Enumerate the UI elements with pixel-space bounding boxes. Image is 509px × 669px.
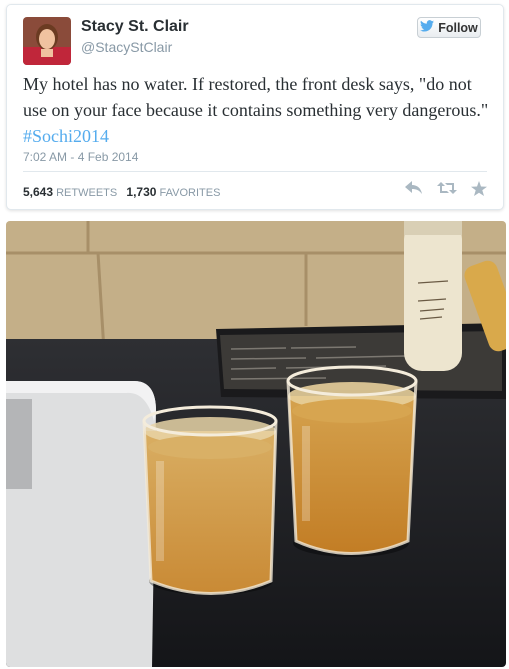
tweet-text: My hotel has no water. If restored, the … — [23, 71, 491, 149]
tweet-actions — [405, 181, 487, 201]
tweet-stats: 5,643 RETWEETS 1,730 FAVORITES — [23, 185, 220, 199]
follow-label: Follow — [438, 20, 478, 35]
display-name[interactable]: Stacy St. Clair — [81, 18, 189, 36]
retweets-count[interactable]: 5,643 — [23, 185, 53, 199]
tweet-card: Stacy St. Clair @StacyStClair Follow My … — [6, 4, 504, 210]
divider — [23, 171, 487, 172]
star-icon[interactable] — [471, 181, 487, 201]
avatar[interactable] — [23, 17, 71, 65]
favorites-label[interactable]: FAVORITES — [159, 187, 220, 199]
favorites-count[interactable]: 1,730 — [126, 185, 156, 199]
user-handle[interactable]: @StacyStClair — [81, 39, 172, 55]
follow-button[interactable]: Follow — [417, 17, 481, 38]
hashtag-link[interactable]: #Sochi2014 — [23, 126, 109, 146]
tweet-body: My hotel has no water. If restored, the … — [23, 74, 489, 120]
retweet-icon[interactable] — [437, 181, 457, 201]
tweet-timestamp[interactable]: 7:02 AM - 4 Feb 2014 — [23, 150, 138, 164]
tweet-photo[interactable] — [6, 221, 506, 667]
reply-icon[interactable] — [405, 181, 423, 201]
bird-icon — [420, 20, 435, 35]
retweets-label[interactable]: RETWEETS — [56, 187, 117, 199]
